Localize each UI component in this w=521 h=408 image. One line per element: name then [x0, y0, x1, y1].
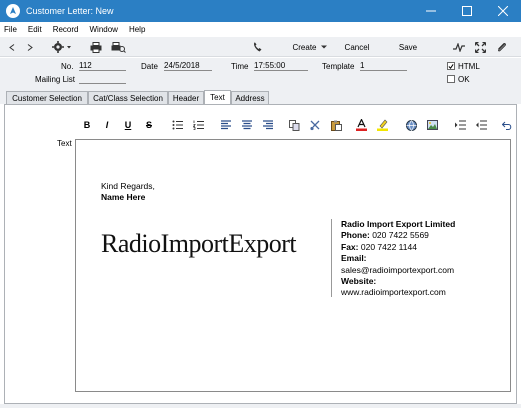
header-fields: No. 112 Date 24/5/2018 Time 17:55:00 Tem…: [0, 58, 521, 90]
signature-divider: [331, 219, 332, 297]
copy-icon[interactable]: [288, 118, 300, 132]
maximize-button[interactable]: [449, 0, 485, 22]
company-logo: RadioImportExport: [101, 229, 297, 258]
attachment-icon[interactable]: [494, 37, 508, 57]
activity-icon[interactable]: [452, 37, 466, 57]
print-preview-icon[interactable]: [110, 37, 126, 57]
html-label: HTML: [458, 62, 480, 71]
globe-link-icon[interactable]: [405, 118, 417, 132]
phone-icon[interactable]: [251, 37, 263, 57]
undo-icon[interactable]: [501, 118, 513, 132]
ok-checkbox[interactable]: [447, 75, 455, 83]
company-name: Radio Import Export Limited: [341, 219, 456, 229]
strikethrough-button[interactable]: S: [143, 118, 155, 132]
phone-label: Phone:: [341, 230, 370, 241]
tab-text[interactable]: Text: [204, 90, 231, 104]
highlight-color-icon[interactable]: [376, 118, 388, 132]
email-label: Email:: [341, 253, 367, 264]
image-icon[interactable]: [426, 118, 438, 132]
indent-icon[interactable]: [454, 118, 466, 132]
ok-label: OK: [458, 75, 470, 84]
create-button[interactable]: Create: [290, 37, 330, 57]
regards-line: Kind Regards,: [101, 181, 155, 191]
tab-header[interactable]: Header: [168, 91, 204, 104]
expand-icon[interactable]: [473, 37, 487, 57]
mailing-list-label: Mailing List: [35, 75, 76, 84]
align-right-icon[interactable]: [262, 118, 274, 132]
text-color-icon[interactable]: [355, 118, 367, 132]
signature-name: Name Here: [101, 192, 146, 202]
app-icon: [6, 4, 20, 18]
settings-gear-icon[interactable]: [50, 37, 74, 57]
tab-strip: Customer Selection Cat/Class Selection H…: [0, 90, 521, 104]
align-center-icon[interactable]: [241, 118, 253, 132]
title-bar: Customer Letter: New: [0, 0, 521, 22]
previous-record-icon[interactable]: [6, 37, 18, 57]
chevron-down-icon: [320, 45, 327, 49]
minimize-button[interactable]: [413, 0, 449, 22]
tab-address[interactable]: Address: [231, 91, 269, 104]
date-field[interactable]: 24/5/2018: [164, 61, 212, 71]
next-record-icon[interactable]: [24, 37, 36, 57]
bulleted-list-icon[interactable]: [171, 118, 183, 132]
website-label: Website:: [341, 276, 377, 287]
no-label: No.: [61, 62, 74, 71]
menu-edit[interactable]: Edit: [28, 25, 42, 34]
format-toolbar: B I U S: [75, 118, 515, 132]
date-label: Date: [141, 62, 158, 71]
mailing-list-field[interactable]: [79, 74, 126, 84]
template-label: Template: [322, 62, 355, 71]
bold-button[interactable]: B: [81, 118, 93, 132]
tab-customer-selection[interactable]: Customer Selection: [6, 91, 88, 104]
no-field[interactable]: 112: [79, 61, 126, 71]
company-contact-block: Radio Import Export Limited Phone: 020 7…: [341, 219, 455, 299]
italic-button[interactable]: I: [101, 118, 113, 132]
closing-block: Kind Regards, Name Here: [101, 181, 155, 203]
menu-record[interactable]: Record: [53, 25, 79, 34]
phone-value: 020 7422 5569: [372, 230, 429, 241]
menu-help[interactable]: Help: [129, 25, 145, 34]
checkmark-icon: [448, 63, 454, 69]
website-value: www.radioimportexport.com: [341, 287, 446, 298]
underline-button[interactable]: U: [122, 118, 134, 132]
cancel-button[interactable]: Cancel: [340, 37, 374, 57]
menu-bar: File Edit Record Window Help: [0, 22, 521, 36]
cut-icon[interactable]: [309, 118, 321, 132]
text-tab-panel: B I U S Text Kind Regards, Name Here Rad…: [4, 104, 517, 404]
html-checkbox[interactable]: [447, 62, 455, 70]
create-label: Create: [292, 42, 317, 52]
align-left-icon[interactable]: [220, 118, 232, 132]
fax-value: 020 7422 1144: [360, 241, 417, 252]
outdent-icon[interactable]: [475, 118, 487, 132]
template-field[interactable]: 1: [360, 61, 407, 71]
time-label: Time: [231, 62, 249, 71]
time-field[interactable]: 17:55:00: [254, 61, 308, 71]
text-field-label: Text: [57, 139, 72, 148]
numbered-list-icon[interactable]: [192, 118, 204, 132]
print-icon[interactable]: [89, 37, 103, 57]
paste-icon[interactable]: [330, 118, 342, 132]
menu-window[interactable]: Window: [89, 25, 117, 34]
status-bar: [0, 404, 521, 408]
email-value: sales@radioimportexport.com: [341, 264, 455, 275]
toolbar: Create Cancel Save: [0, 37, 521, 57]
fax-label: Fax:: [341, 241, 359, 252]
close-button[interactable]: [485, 0, 521, 22]
tab-cat-class-selection[interactable]: Cat/Class Selection: [88, 91, 168, 104]
text-editor[interactable]: Kind Regards, Name Here RadioImportExpor…: [75, 139, 511, 392]
menu-file[interactable]: File: [4, 25, 17, 34]
window-title: Customer Letter: New: [26, 6, 114, 16]
save-button[interactable]: Save: [393, 37, 423, 57]
